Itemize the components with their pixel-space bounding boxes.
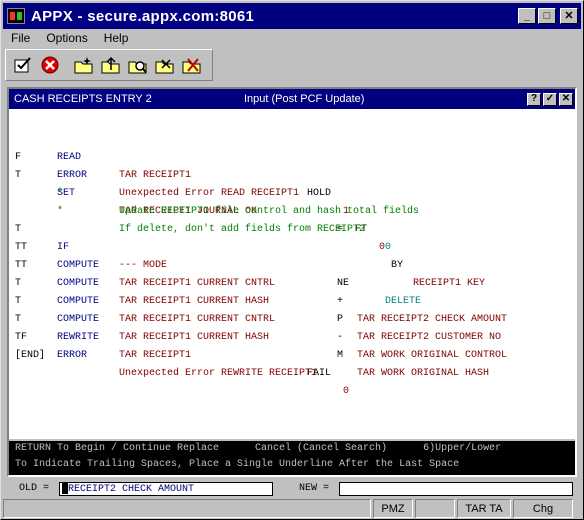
line-fail-value: 0	[343, 386, 350, 397]
new-label: NEW =	[299, 483, 330, 494]
screen-title-bar: CASH RECEIPTS ENTRY 2 Input (Post PCF Up…	[9, 89, 575, 109]
status-cell-empty	[415, 499, 455, 518]
status-cell-pmz: PMZ	[373, 499, 413, 518]
replace-bar: OLD = RECEIPT2 CHECK AMOUNT NEW =	[7, 481, 577, 497]
old-value-field[interactable]: RECEIPT2 CHECK AMOUNT	[59, 482, 273, 496]
editor-panel: CASH RECEIPTS ENTRY 2 Input (Post PCF Up…	[7, 87, 577, 477]
status-cell-tar: TAR TA	[457, 499, 511, 518]
title-bar[interactable]: APPX - secure.appx.com:8061 _ □ ✕	[3, 3, 581, 29]
status-line-1: RETURN To Begin / Continue Replace Cance…	[15, 443, 502, 454]
code-line[interactable]: T SET TAR RECEIPT1 JOURNAL OK = 0	[9, 149, 575, 253]
old-label: OLD =	[19, 483, 50, 494]
checklist-icon[interactable]	[12, 55, 34, 75]
code-line[interactable]: TT COMPUTE TAR RECEIPT1 CURRENT CNTRL + …	[9, 221, 575, 325]
code-line[interactable]: T COMPUTE TAR RECEIPT1 CURRENT CNTRL - T…	[9, 257, 575, 361]
menu-help[interactable]: Help	[96, 31, 137, 45]
close-window-button[interactable]: ✕	[560, 8, 578, 24]
help-question-icon[interactable]: ?	[527, 92, 541, 106]
code-line[interactable]: T COMPUTE TAR RECEIPT1 CURRENT HASH M TA…	[9, 275, 575, 379]
line-arg2: TAR WORK ORIGINAL HASH	[357, 368, 490, 379]
old-value-text: RECEIPT2 CHECK AMOUNT	[68, 484, 195, 496]
cancel-icon[interactable]	[39, 55, 61, 75]
line-opcode: ERROR	[57, 350, 88, 361]
status-bar: PMZ TAR TA Chg	[3, 499, 581, 518]
end-marker: [END]	[15, 350, 46, 361]
menu-options[interactable]: Options	[38, 31, 95, 45]
close-x-icon[interactable]: ✕	[559, 92, 573, 106]
code-line[interactable]: * If delete, don't add fields from RECEI…	[9, 185, 575, 235]
appx-logo-icon	[7, 8, 25, 24]
folder-delete-icon[interactable]	[181, 55, 203, 75]
line-arg2: TAR WORK ORIGINAL CONTROL	[357, 350, 508, 361]
folder-open-icon[interactable]	[154, 55, 176, 75]
screen-name: CASH RECEIPTS ENTRY 2	[14, 93, 152, 105]
status-message-area: RETURN To Begin / Continue Replace Cance…	[9, 441, 575, 475]
menu-file[interactable]: File	[3, 31, 38, 45]
status-cell-main	[3, 499, 371, 518]
line-arg1: Unexpected Error REWRITE RECEIPT1	[119, 368, 318, 379]
ok-check-icon[interactable]: ✓	[543, 92, 557, 106]
folder-up-icon[interactable]	[100, 55, 122, 75]
code-line[interactable]: [END]	[9, 329, 575, 361]
code-line[interactable]: TT COMPUTE TAR RECEIPT1 CURRENT HASH P T…	[9, 239, 575, 343]
code-editor[interactable]: READ TAR RECEIPT1 HOLD 1 FT 0 BY RECEIPT…	[9, 109, 575, 439]
code-line[interactable]: F ERROR Unexpected Error READ RECEIPT1	[9, 131, 575, 199]
code-line[interactable]: T REWRITE TAR RECEIPT1 FAIL 0	[9, 293, 575, 397]
minimize-button[interactable]: _	[518, 8, 536, 24]
status-line-2: To Indicate Trailing Spaces, Place a Sin…	[15, 459, 460, 470]
line-arg1: TAR RECEIPT1	[119, 350, 192, 361]
window-title: APPX - secure.appx.com:8061	[31, 7, 255, 25]
toolbar	[5, 49, 213, 81]
code-line[interactable]: T IF --- MODE NE DELETE	[9, 203, 575, 307]
code-line[interactable]: * Update RECEIPT1 file control and hash …	[9, 167, 575, 217]
code-line[interactable]: READ TAR RECEIPT1 HOLD 1 FT 0 BY RECEIPT…	[9, 113, 575, 289]
status-cell-chg: Chg	[513, 499, 573, 518]
new-value-field[interactable]	[339, 482, 573, 496]
screen-mode: Input (Post PCF Update)	[244, 93, 365, 105]
folder-new-icon[interactable]	[73, 55, 95, 75]
line-operator: M	[337, 350, 344, 361]
code-line[interactable]: TF ERROR Unexpected Error REWRITE RECEIP…	[9, 311, 575, 379]
folder-search-icon[interactable]	[127, 55, 149, 75]
maximize-button[interactable]: □	[538, 8, 556, 24]
app-window: APPX - secure.appx.com:8061 _ □ ✕ File O…	[0, 0, 584, 520]
menu-bar: File Options Help	[3, 29, 581, 47]
